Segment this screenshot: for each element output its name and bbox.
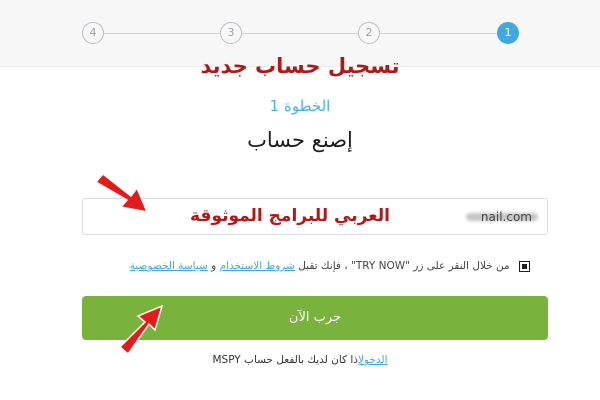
step-1-active: 1 bbox=[497, 22, 519, 44]
email-value: nail.com bbox=[480, 210, 532, 224]
terms-and: و bbox=[211, 260, 217, 272]
step-2: 2 bbox=[358, 22, 380, 44]
terms-row: من خلال النقر على زر "TRY NOW" ، فإنك تق… bbox=[130, 260, 530, 272]
step-label: الخطوة 1 bbox=[269, 97, 331, 115]
page-heading: إصنع حساب bbox=[247, 128, 353, 152]
step-connector bbox=[104, 33, 220, 34]
annotation-overlay: العربي للبرامج الموثوقة bbox=[190, 206, 390, 226]
login-link[interactable]: الدخول bbox=[358, 354, 388, 366]
terms-link[interactable]: شروط الاستخدام bbox=[220, 260, 295, 272]
annotation-title: تسجيل حساب جديد bbox=[200, 54, 400, 78]
arrow-icon bbox=[118, 304, 164, 356]
step-connector bbox=[380, 33, 497, 34]
terms-checkbox[interactable] bbox=[519, 260, 530, 272]
arrow-icon bbox=[94, 172, 149, 214]
step-connector bbox=[242, 33, 358, 34]
login-text: إذا كان لديك بالفعل حساب MSPY bbox=[212, 354, 358, 366]
step-4: 4 bbox=[82, 22, 104, 44]
login-row: الدخولإذا كان لديك بالفعل حساب MSPY bbox=[0, 354, 600, 366]
privacy-link[interactable]: سياسة الخصوصية bbox=[130, 260, 208, 272]
terms-text: من خلال النقر على زر "TRY NOW" ، فإنك تق… bbox=[298, 260, 510, 272]
step-3: 3 bbox=[220, 22, 242, 44]
